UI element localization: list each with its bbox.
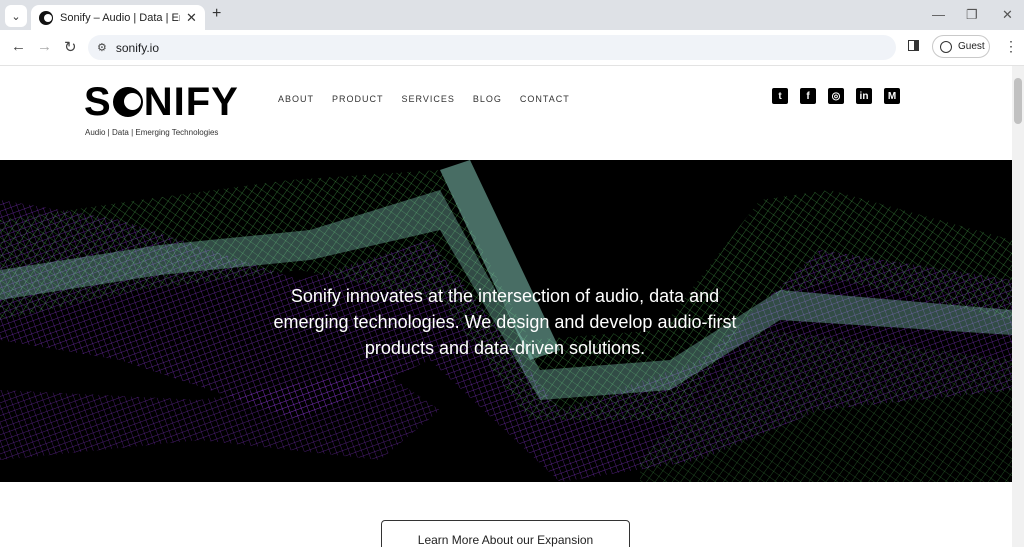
side-panel-icon[interactable] — [908, 40, 919, 51]
nav-contact[interactable]: CONTACT — [520, 94, 570, 104]
nav-services[interactable]: SERVICES — [402, 94, 455, 104]
profile-button[interactable]: Guest — [932, 35, 990, 58]
minimize-icon[interactable]: — — [932, 7, 945, 22]
reload-button[interactable]: ↻ — [64, 38, 77, 56]
url-text: sonify.io — [115, 40, 160, 55]
tab-search-button[interactable]: ⌄ — [5, 5, 27, 27]
browser-tabstrip: ⌄ Sonify – Audio | Data | Emerging Techn… — [0, 0, 1024, 30]
window-close-icon[interactable]: ✕ — [1002, 7, 1013, 23]
web-page: S NIFY Audio | Data | Emerging Technologi… — [0, 66, 1012, 547]
logo-o-icon — [112, 87, 143, 117]
hero-banner: Sonify innovates at the intersection of … — [0, 160, 1012, 482]
favicon-icon — [39, 10, 53, 25]
forward-button[interactable]: → — [37, 38, 52, 55]
browser-toolbar: ← → ↻ ⚙ sonify.io Guest ⋮ — [0, 30, 1024, 66]
browser-tab-active[interactable]: Sonify – Audio | Data | Emerging Technol… — [31, 5, 205, 30]
twitter-icon[interactable]: t — [772, 88, 788, 104]
profile-label: Guest — [958, 41, 985, 52]
site-info-icon[interactable]: ⚙ — [97, 41, 107, 54]
nav-blog[interactable]: BLOG — [473, 94, 502, 104]
nav-about[interactable]: ABOUT — [278, 94, 314, 104]
chevron-down-icon: ⌄ — [11, 10, 21, 23]
logo-text-left: S — [84, 80, 112, 124]
medium-icon[interactable]: M — [884, 88, 900, 104]
instagram-icon[interactable]: ◎ — [828, 88, 844, 104]
menu-icon[interactable]: ⋮ — [1004, 38, 1018, 55]
avatar-icon — [940, 40, 952, 53]
address-bar[interactable]: ⚙ sonify.io — [88, 35, 896, 60]
learn-more-button[interactable]: Learn More About our Expansion — [381, 520, 630, 547]
facebook-icon[interactable]: f — [800, 88, 816, 104]
nav-product[interactable]: PRODUCT — [332, 94, 384, 104]
scrollbar-thumb[interactable] — [1014, 78, 1022, 124]
sonify-logo[interactable]: S NIFY — [84, 82, 239, 122]
linkedin-icon[interactable]: in — [856, 88, 872, 104]
logo-text-right: NIFY — [143, 80, 239, 124]
back-button[interactable]: ← — [11, 38, 26, 55]
main-nav: ABOUT PRODUCT SERVICES BLOG CONTACT — [278, 94, 570, 104]
page-scrollbar[interactable] — [1012, 66, 1024, 547]
hero-text: Sonify innovates at the intersection of … — [273, 286, 737, 358]
site-tagline: Audio | Data | Emerging Technologies — [85, 128, 219, 137]
new-tab-button[interactable]: + — [212, 5, 221, 23]
social-links: t f ◎ in M — [772, 88, 900, 104]
tab-title: Sonify – Audio | Data | Emerging Technol… — [60, 11, 180, 24]
restore-icon[interactable]: ❐ — [966, 7, 978, 23]
close-icon[interactable]: ✕ — [186, 10, 197, 26]
